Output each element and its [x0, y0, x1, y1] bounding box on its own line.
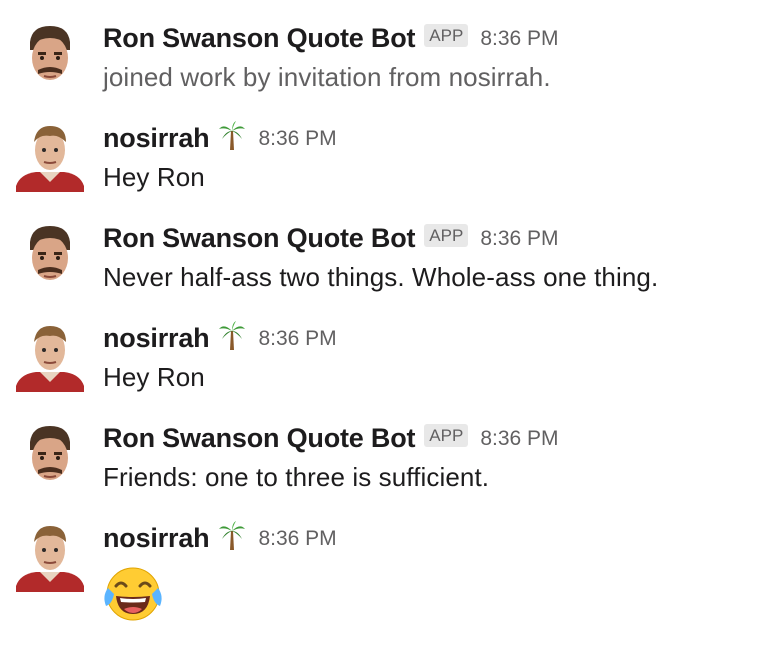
message: nosirrah 8:36 PM Hey Ron: [0, 100, 768, 200]
message-header: Ron Swanson Quote Bot APP 8:36 PM: [103, 418, 559, 458]
palm-tree-icon: [218, 321, 246, 351]
ron-swanson-avatar[interactable]: [14, 420, 86, 492]
laughing-with-tears-emoji: [102, 564, 164, 624]
timestamp[interactable]: 8:36 PM: [258, 527, 336, 551]
message: nosirrah 8:36 PM: [0, 500, 768, 621]
sender-name[interactable]: nosirrah: [103, 323, 210, 354]
message-text: Never half-ass two things. Whole-ass one…: [103, 262, 659, 292]
message-text: joined work by invitation from nosirrah.: [103, 62, 551, 92]
app-badge: APP: [424, 23, 469, 47]
nosirrah-avatar[interactable]: [14, 520, 86, 592]
timestamp[interactable]: 8:36 PM: [480, 427, 558, 451]
timestamp[interactable]: 8:36 PM: [480, 227, 558, 251]
palm-tree-icon: [218, 121, 246, 151]
sender-name[interactable]: nosirrah: [103, 123, 210, 154]
message-text: Hey Ron: [103, 362, 205, 392]
palm-tree-icon: [218, 521, 246, 551]
message-text: Hey Ron: [103, 162, 205, 192]
message-header: Ron Swanson Quote Bot APP 8:36 PM: [103, 18, 559, 58]
timestamp[interactable]: 8:36 PM: [480, 27, 558, 51]
message-header: nosirrah 8:36 PM: [103, 318, 337, 358]
message-text: Friends: one to three is sufficient.: [103, 462, 490, 492]
message: nosirrah 8:36 PM Hey Ron: [0, 300, 768, 400]
app-badge: APP: [424, 423, 469, 447]
sender-name[interactable]: Ron Swanson Quote Bot: [103, 423, 415, 454]
app-badge: APP: [424, 223, 469, 247]
ron-swanson-avatar[interactable]: [14, 20, 86, 92]
message: Ron Swanson Quote Bot APP 8:36 PM joined…: [0, 0, 768, 100]
ron-swanson-avatar[interactable]: [14, 220, 86, 292]
timestamp[interactable]: 8:36 PM: [258, 327, 336, 351]
message-header: nosirrah 8:36 PM: [103, 518, 337, 558]
message-header: nosirrah 8:36 PM: [103, 118, 337, 158]
message: Ron Swanson Quote Bot APP 8:36 PM Friend…: [0, 400, 768, 500]
message: Ron Swanson Quote Bot APP 8:36 PM Never …: [0, 200, 768, 300]
message-feed: Ron Swanson Quote Bot APP 8:36 PM joined…: [0, 0, 768, 652]
sender-name[interactable]: nosirrah: [103, 523, 210, 554]
sender-name[interactable]: Ron Swanson Quote Bot: [103, 223, 415, 254]
message-header: Ron Swanson Quote Bot APP 8:36 PM: [103, 218, 559, 258]
nosirrah-avatar[interactable]: [14, 320, 86, 392]
sender-name[interactable]: Ron Swanson Quote Bot: [103, 23, 415, 54]
timestamp[interactable]: 8:36 PM: [258, 127, 336, 151]
nosirrah-avatar[interactable]: [14, 120, 86, 192]
